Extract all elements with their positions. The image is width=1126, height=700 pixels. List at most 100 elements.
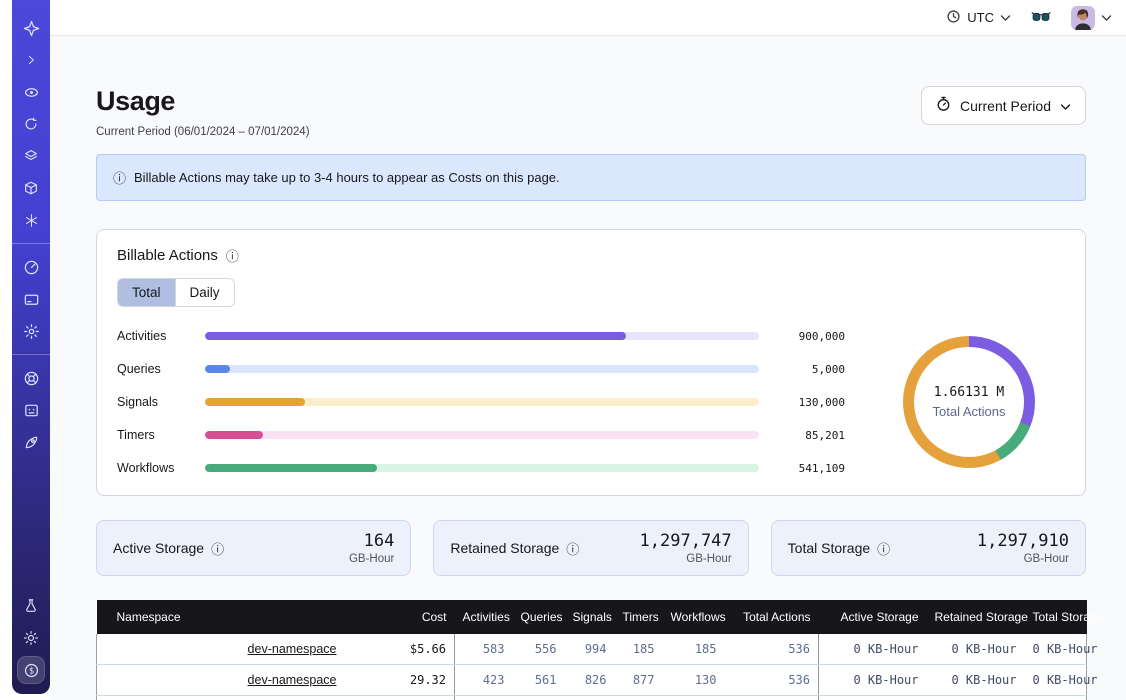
chevron-down-icon: [1101, 9, 1112, 27]
settings-gear-icon[interactable]: [18, 318, 44, 344]
col-header-signals: Signals: [565, 600, 615, 634]
bar-fill: [205, 464, 377, 472]
retained-storage-cell: 0 KB-Hour: [927, 696, 1025, 700]
queries-cell: 561: [513, 665, 565, 696]
col-header-namespace: Namespace: [97, 600, 345, 634]
info-icon[interactable]: ⓘ: [566, 539, 579, 558]
timers-cell: 816: [615, 696, 663, 700]
billable-actions-title: Billable Actions: [117, 247, 218, 264]
eye-icon[interactable]: [18, 79, 44, 105]
stopwatch-icon: [936, 96, 951, 115]
bar-value: 130,000: [773, 396, 845, 409]
sidebar: $: [12, 0, 50, 694]
bar-track: [205, 431, 759, 439]
bar-row-activities: Activities 900,000: [117, 329, 845, 343]
main-content: Usage Current Period (06/01/2024 – 07/01…: [50, 36, 1126, 700]
signals-cell: 883: [565, 696, 615, 700]
bar-fill: [205, 398, 305, 406]
col-header-queries: Queries: [513, 600, 565, 634]
layers-icon[interactable]: [18, 143, 44, 169]
retained-storage-cell: 0 KB-Hour: [927, 634, 1025, 665]
col-header-workflows: Workflows: [663, 600, 725, 634]
cost-cell: 29.32: [345, 665, 455, 696]
cube-icon[interactable]: [18, 175, 44, 201]
bar-row-queries: Queries 5,000: [117, 362, 845, 376]
total-storage-cell: 0 KB-Hour: [1025, 665, 1087, 696]
info-icon[interactable]: ⓘ: [877, 539, 890, 558]
bar-value: 85,201: [773, 429, 845, 442]
col-header-total-storage: Total Storage: [1025, 600, 1087, 634]
sunglasses-icon[interactable]: [1031, 11, 1051, 24]
asterisk-icon[interactable]: [18, 207, 44, 233]
retained-storage-label: Retained Storage: [450, 540, 559, 556]
page-title: Usage: [96, 86, 310, 117]
user-menu[interactable]: [1071, 6, 1112, 30]
period-dropdown-button[interactable]: Current Period: [921, 86, 1086, 125]
total-storage-cell: 0 KB-Hour: [1025, 634, 1087, 665]
banner-text: Billable Actions may take up to 3-4 hour…: [134, 170, 560, 185]
page-subtitle: Current Period (06/01/2024 – 07/01/2024): [96, 126, 310, 138]
bar-label: Workflows: [117, 461, 191, 475]
timezone-selector[interactable]: UTC: [946, 9, 1011, 27]
info-icon[interactable]: ⓘ: [211, 539, 224, 558]
credit-card-icon[interactable]: [18, 286, 44, 312]
gauge-icon[interactable]: [18, 254, 44, 280]
info-icon: ⓘ: [113, 168, 126, 187]
timezone-label: UTC: [967, 10, 994, 25]
collapse-chevron-icon[interactable]: [18, 47, 44, 73]
info-icon[interactable]: ⓘ: [226, 246, 239, 265]
active-storage-value: 164: [349, 531, 394, 551]
activities-cell: 492: [455, 696, 513, 700]
table-header-row: Namespace Cost Activities Queries Signal…: [97, 600, 1087, 634]
cost-cell: $3.35: [345, 696, 455, 700]
col-header-timers: Timers: [615, 600, 663, 634]
avatar: [1071, 6, 1095, 30]
col-header-activities: Activities: [455, 600, 513, 634]
retained-storage-cell: 0 KB-Hour: [927, 665, 1025, 696]
docs-terminal-icon[interactable]: [18, 397, 44, 423]
period-label: Current Period: [960, 98, 1051, 114]
active-storage-card: Active Storage ⓘ 164 GB-Hour: [96, 520, 411, 576]
temporal-logo-icon[interactable]: [18, 15, 44, 41]
table-row: dev-namespace $5.66 583 556 994 185 185 …: [97, 634, 1087, 665]
bar-label: Queries: [117, 362, 191, 376]
labs-flask-icon[interactable]: [18, 593, 44, 619]
retained-storage-value: 1,297,747: [640, 531, 732, 551]
bar-fill: [205, 365, 230, 373]
bar-value: 900,000: [773, 330, 845, 343]
queries-cell: 556: [513, 634, 565, 665]
theme-sun-icon[interactable]: [18, 625, 44, 651]
total-actions-cell: 130: [725, 696, 819, 700]
bar-row-timers: Timers 85,201: [117, 428, 845, 442]
billable-actions-chart: Activities 900,000 Queries 5,000 Signals: [117, 329, 1065, 475]
namespace-link[interactable]: dev-namespace: [248, 673, 337, 687]
active-storage-cell: 0 KB-Hour: [819, 665, 927, 696]
donut-chart: 1.66131 M Total Actions: [903, 336, 1035, 468]
total-daily-toggle: Total Daily: [117, 278, 235, 307]
activities-cell: 583: [455, 634, 513, 665]
table-row: dev-namespace 29.32 423 561 826 877 130 …: [97, 665, 1087, 696]
chevron-down-icon: [1000, 10, 1011, 25]
chevron-down-icon: [1060, 98, 1071, 114]
active-storage-cell: 0 KB-Hour: [819, 634, 927, 665]
rocket-icon[interactable]: [18, 429, 44, 455]
bar-track: [205, 332, 759, 340]
bar-row-signals: Signals 130,000: [117, 395, 845, 409]
storage-cards: Active Storage ⓘ 164 GB-Hour Retained St…: [96, 520, 1086, 576]
sidebar-divider: [12, 243, 50, 244]
tab-daily[interactable]: Daily: [175, 279, 234, 306]
total-actions-cell: 536: [725, 634, 819, 665]
bar-value: 541,109: [773, 462, 845, 475]
namespace-link[interactable]: dev-namespace: [248, 642, 337, 656]
billing-dollar-icon[interactable]: $: [18, 657, 44, 683]
support-lifebuoy-icon[interactable]: [18, 365, 44, 391]
bar-value: 5,000: [773, 363, 845, 376]
signals-cell: 994: [565, 634, 615, 665]
tab-total[interactable]: Total: [118, 279, 175, 306]
active-storage-cell: 0 KB-Hour: [819, 696, 927, 700]
billable-actions-card: Billable Actions ⓘ Total Daily Activitie…: [96, 229, 1086, 496]
signals-cell: 826: [565, 665, 615, 696]
history-clock-icon[interactable]: [18, 111, 44, 137]
total-storage-unit: GB-Hour: [977, 553, 1069, 565]
total-storage-cell: 0 KB-Hour: [1025, 696, 1087, 700]
